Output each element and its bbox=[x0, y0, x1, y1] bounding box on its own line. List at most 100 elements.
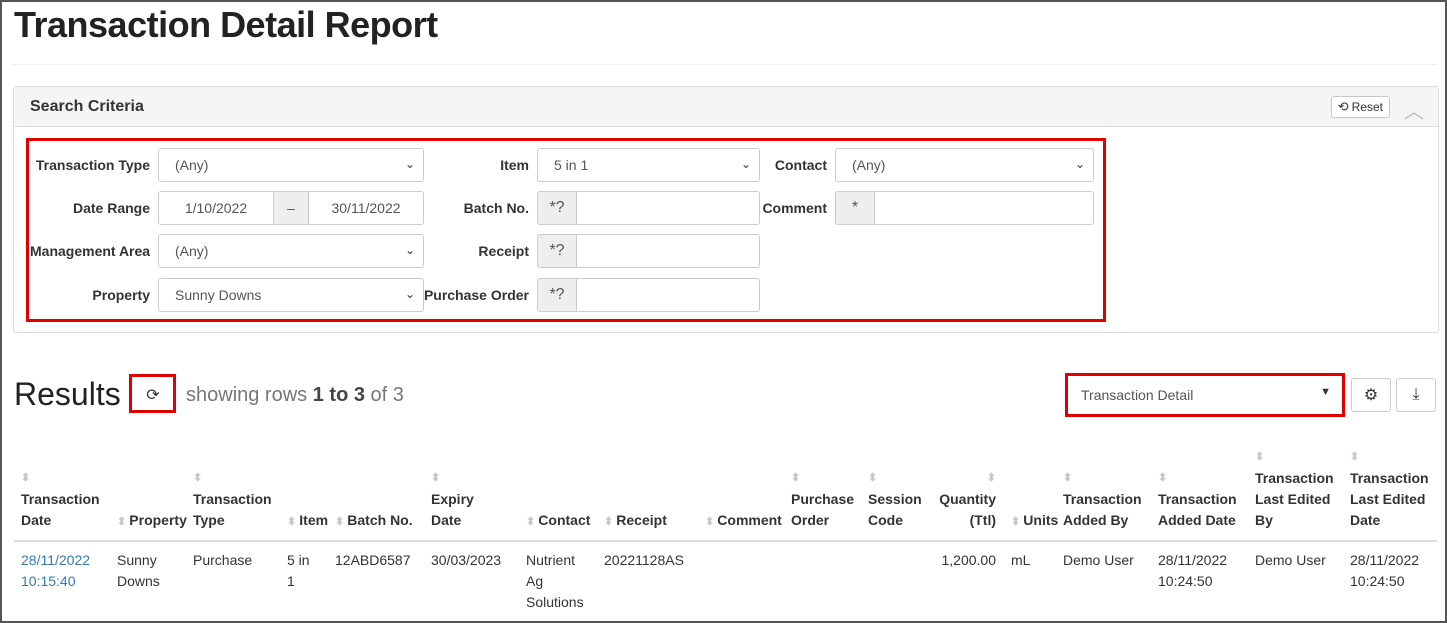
column-header[interactable]: ⬍ Transaction Added Date bbox=[1158, 468, 1237, 531]
column-header-label: Units bbox=[1023, 512, 1059, 528]
receipt-input[interactable] bbox=[576, 234, 760, 268]
purchase-order-input[interactable] bbox=[576, 278, 760, 312]
column-header[interactable]: ⬍ Contact bbox=[526, 510, 590, 533]
sort-icon: ⬍ bbox=[1158, 472, 1168, 484]
showing-total: 3 bbox=[392, 384, 404, 406]
caret-down-icon: ▼ bbox=[1320, 386, 1331, 398]
item-label: Item bbox=[500, 157, 529, 173]
table-cell: 28/11/2022 10:24:50 bbox=[1158, 550, 1227, 592]
table-cell: 12ABD6587 bbox=[335, 550, 411, 571]
sort-icon: ⬍ bbox=[193, 472, 203, 484]
column-header[interactable]: ⬍ Batch No. bbox=[335, 510, 413, 533]
item-select[interactable]: 5 in 1 ⌄ bbox=[537, 148, 760, 182]
date-range-to-input[interactable]: 30/11/2022 bbox=[308, 191, 424, 225]
column-header-text: Order bbox=[791, 510, 854, 531]
settings-button[interactable]: ⚙ bbox=[1351, 378, 1391, 412]
table-cell: 5 in 1 bbox=[287, 550, 310, 592]
column-header-text: ⬍ Item bbox=[287, 510, 328, 533]
column-header-label: Type bbox=[193, 512, 225, 528]
sort-icon: ⬍ bbox=[1011, 516, 1024, 528]
chevron-up-icon[interactable]: ︿ bbox=[1404, 95, 1424, 124]
comment-input[interactable] bbox=[874, 191, 1094, 225]
download-button[interactable]: ⤓ bbox=[1396, 378, 1436, 412]
column-header-text: Expiry bbox=[431, 489, 474, 510]
column-header-label: Transaction bbox=[1158, 491, 1237, 507]
date-range-from-input[interactable]: 1/10/2022 bbox=[158, 191, 274, 225]
column-header-label: Contact bbox=[538, 512, 591, 528]
column-header-text: Purchase bbox=[791, 489, 854, 510]
batch-no-label: Batch No. bbox=[463, 200, 529, 216]
column-header[interactable]: ⬍ Expiry Date bbox=[431, 468, 474, 531]
transaction-date-link[interactable]: 28/11/2022 10:15:40 bbox=[21, 550, 90, 592]
column-header-label: Comment bbox=[717, 512, 782, 528]
transaction-type-select[interactable]: (Any) ⌄ bbox=[158, 148, 424, 182]
table-cell-line: 1,200.00 bbox=[941, 552, 997, 568]
column-header[interactable]: ⬍ Session Code bbox=[868, 468, 922, 531]
column-header[interactable]: ⬍ Property bbox=[117, 510, 187, 533]
management-area-label: Management Area bbox=[30, 243, 151, 259]
refresh-button[interactable]: ⟳ bbox=[135, 380, 171, 410]
contact-select[interactable]: (Any) ⌄ bbox=[835, 148, 1094, 182]
sort-icon: ⬍ bbox=[287, 516, 300, 528]
date-range-label: Date Range bbox=[72, 200, 150, 216]
reset-button[interactable]: ⟲ Reset bbox=[1330, 96, 1390, 118]
sort-icon: ⬍ bbox=[21, 472, 31, 484]
table-cell: mL bbox=[1011, 550, 1030, 571]
column-header-text: Last Edited bbox=[1350, 489, 1429, 510]
receipt-wildcard-addon: *? bbox=[537, 234, 577, 268]
column-header[interactable]: ⬍ Transaction Type bbox=[193, 468, 272, 531]
column-header[interactable]: ⬍ Units bbox=[1011, 510, 1058, 533]
column-header[interactable]: ⬍ Transaction Last Edited By bbox=[1255, 447, 1334, 531]
column-header-text: ⬍ Units bbox=[1011, 510, 1058, 533]
showing-of: of bbox=[370, 384, 388, 406]
column-header-text: Transaction bbox=[21, 489, 100, 510]
column-header-label: Property bbox=[129, 512, 187, 528]
column-header[interactable]: ⬍ Comment bbox=[705, 510, 782, 533]
property-select[interactable]: Sunny Downs ⌄ bbox=[158, 278, 424, 312]
management-area-select[interactable]: (Any) ⌄ bbox=[158, 234, 424, 268]
comment-wildcard-addon: * bbox=[835, 191, 875, 225]
column-header[interactable]: ⬍ Quantity (Ttl) bbox=[939, 468, 996, 531]
column-header-label: Order bbox=[791, 512, 830, 528]
title-divider bbox=[12, 64, 1437, 65]
date-separator-text: – bbox=[287, 200, 295, 216]
column-header-text: Date bbox=[431, 510, 474, 531]
column-header-label: Code bbox=[868, 512, 903, 528]
table-cell: Demo User bbox=[1255, 550, 1326, 571]
table-cell-line: 1 bbox=[287, 573, 295, 589]
column-header-label: Date bbox=[431, 512, 462, 528]
column-header[interactable]: ⬍ Transaction Added By bbox=[1063, 468, 1142, 531]
table-cell-line: Sunny bbox=[117, 552, 157, 568]
table-cell-line: 10:24:50 bbox=[1350, 573, 1405, 589]
table-cell-line: 5 in bbox=[287, 552, 310, 568]
column-header[interactable]: ⬍ Receipt bbox=[604, 510, 667, 533]
purchase-order-addon-text: *? bbox=[549, 286, 565, 303]
column-header[interactable]: ⬍ Transaction Date bbox=[21, 468, 100, 531]
column-header-text: Date bbox=[1350, 510, 1429, 531]
comment-addon-text: * bbox=[851, 199, 859, 216]
receipt-label: Receipt bbox=[478, 243, 529, 259]
chevron-down-icon: ⌄ bbox=[404, 157, 415, 171]
column-header-text: Added Date bbox=[1158, 510, 1237, 531]
column-header[interactable]: ⬍ Purchase Order bbox=[791, 468, 854, 531]
table-cell-line: 28/11/2022 bbox=[1350, 552, 1420, 568]
search-criteria-header: Search Criteria ⟲ Reset ︿ bbox=[14, 87, 1438, 127]
table-cell-line: Demo User bbox=[1255, 552, 1326, 568]
batch-no-input[interactable] bbox=[576, 191, 760, 225]
column-header-label: Quantity bbox=[939, 491, 996, 507]
report-view-select[interactable]: Transaction Detail ▼ bbox=[1069, 378, 1341, 412]
management-area-value: (Any) bbox=[175, 243, 209, 259]
sort-icon: ⬍ bbox=[705, 516, 718, 528]
column-header[interactable]: ⬍ Transaction Last Edited Date bbox=[1350, 447, 1429, 531]
page-title: Transaction Detail Report bbox=[14, 4, 438, 45]
transaction-type-label: Transaction Type bbox=[35, 157, 150, 173]
column-header-label: By bbox=[1255, 512, 1273, 528]
sort-icon: ⬍ bbox=[526, 516, 539, 528]
column-header-label: Batch No. bbox=[347, 512, 413, 528]
column-header-text: (Ttl) bbox=[939, 510, 996, 531]
sort-icon: ⬍ bbox=[868, 472, 878, 484]
column-header[interactable]: ⬍ Item bbox=[287, 510, 328, 533]
item-value: 5 in 1 bbox=[554, 157, 589, 173]
purchase-order-label: Purchase Order bbox=[423, 287, 529, 303]
showing-rows-text: showing rows 1 to 3 of 3 bbox=[186, 384, 404, 407]
